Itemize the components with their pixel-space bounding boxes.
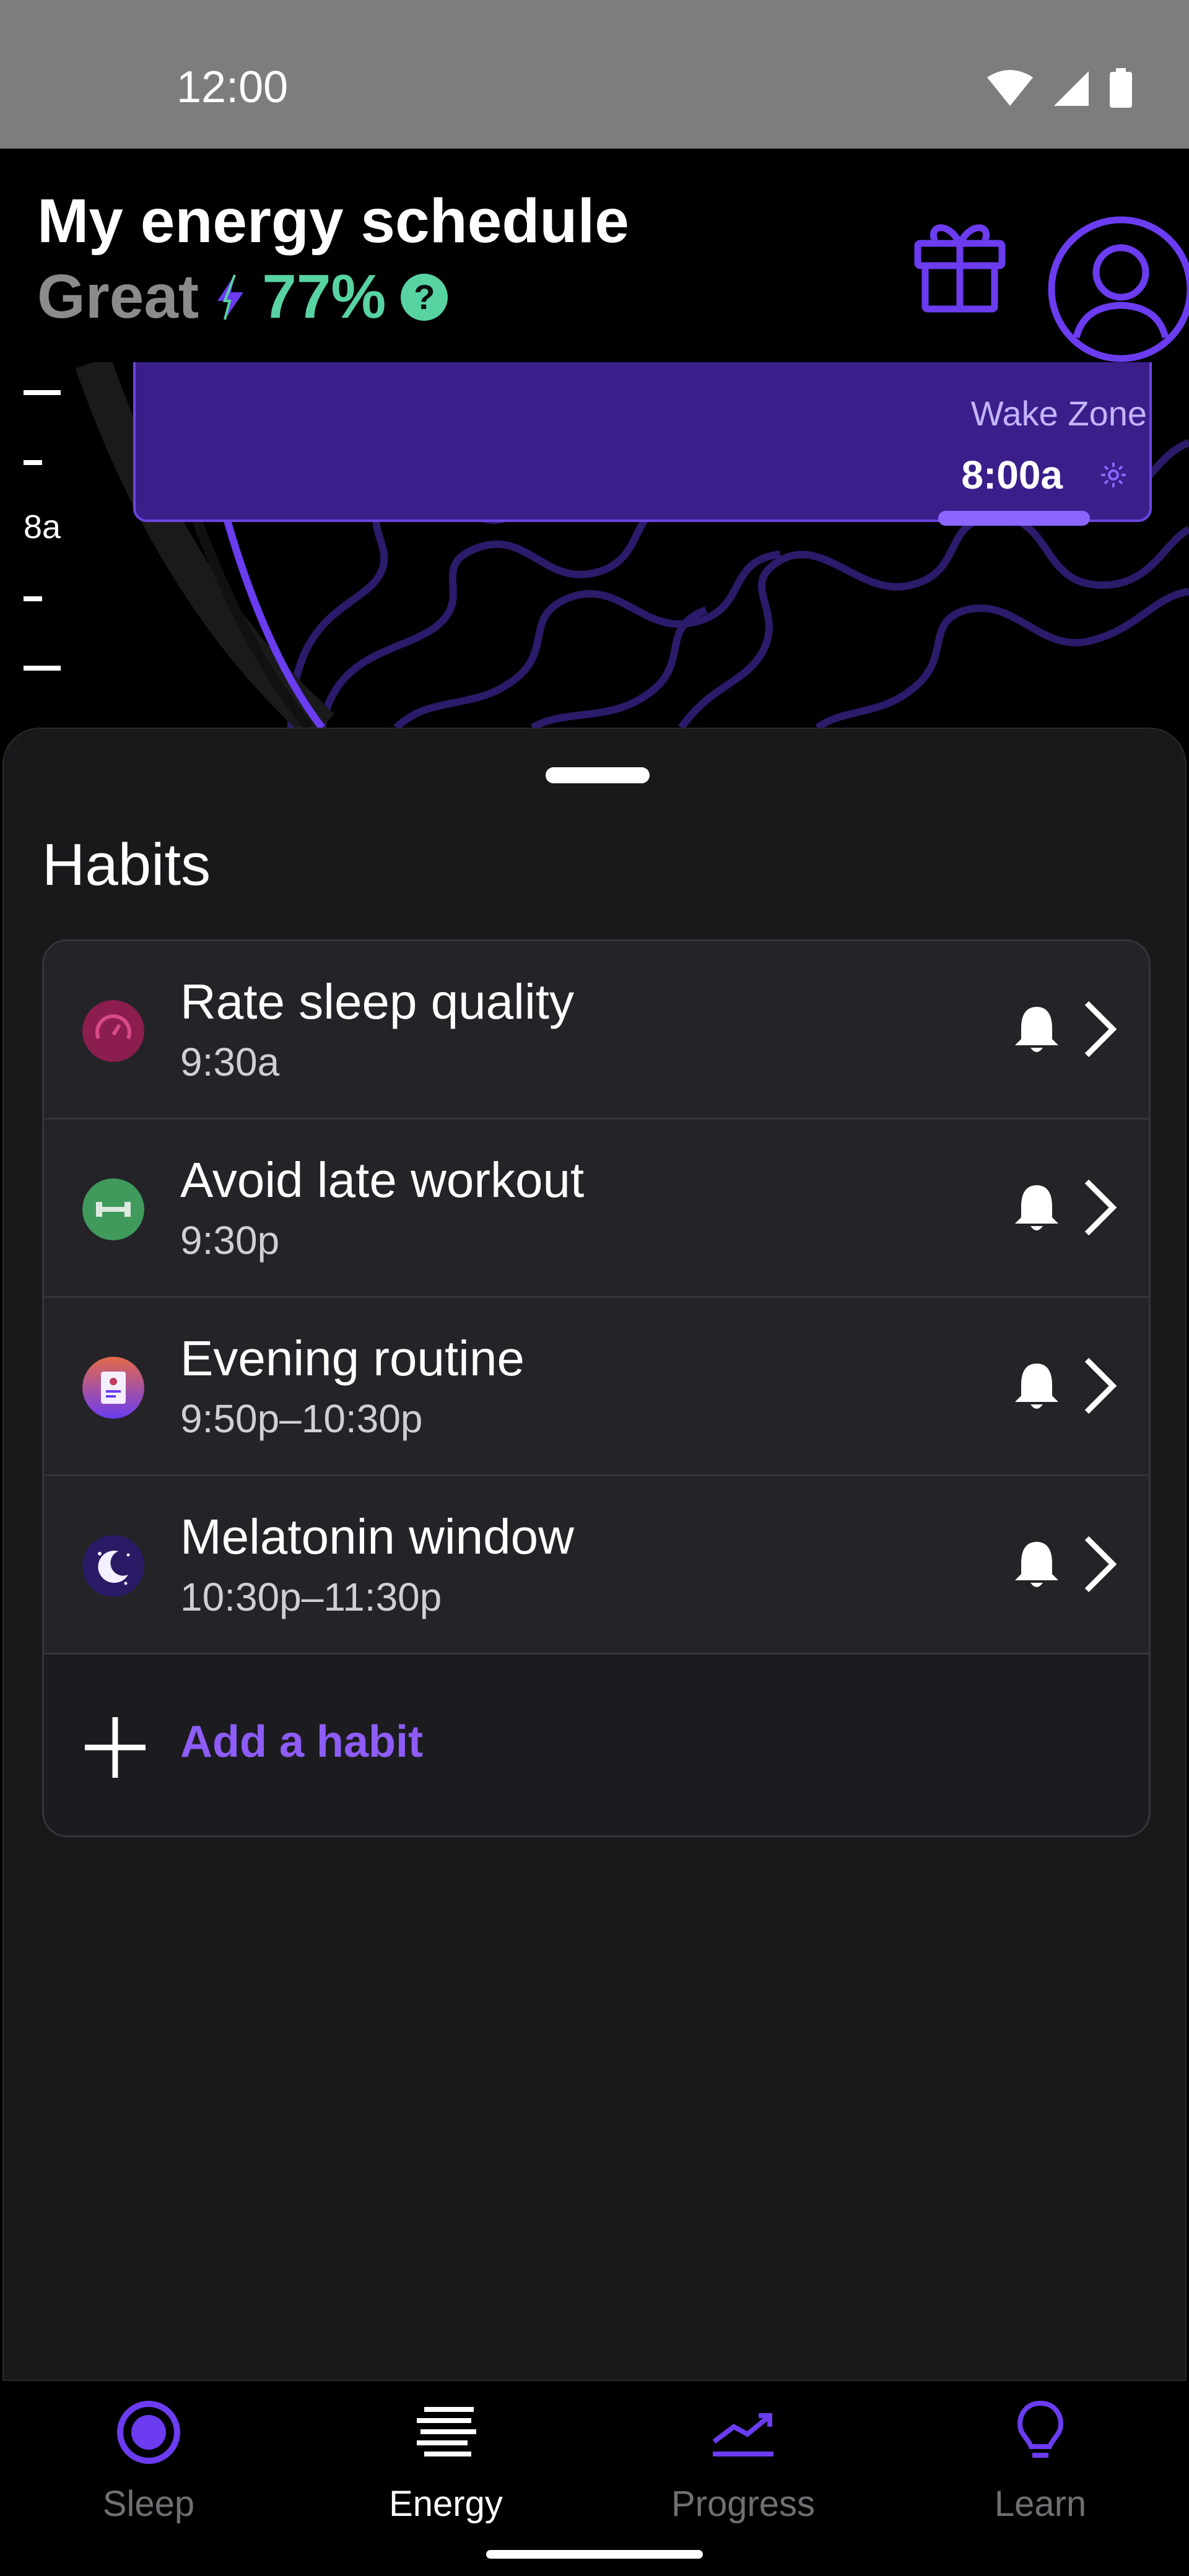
page-title: My energy schedule [37,186,629,256]
zone-label: Wake Zone [970,394,1147,433]
habits-sheet: Habits Rate sleep quality 9:30a Avoid la… [2,728,1187,2381]
gauge-icon [82,1000,144,1062]
timeline-tick [24,390,61,395]
nav-tab-sleep[interactable]: Sleep [0,2381,297,2576]
timeline-tick [24,596,42,601]
habit-name: Evening routine [180,1331,525,1386]
habit-time: 9:30p [180,1218,280,1263]
wake-zone-card[interactable]: Wake Zone 8:00a [133,362,1152,522]
timeline-tick [24,460,42,465]
progress-chart-icon [712,2413,773,2456]
chevron-right-icon[interactable] [1078,1533,1121,1595]
sheet-drag-handle[interactable] [546,767,650,783]
battery-icon [1110,68,1132,108]
help-button[interactable]: ? [401,273,448,321]
habits-list: Rate sleep quality 9:30a Avoid late work… [42,939,1151,1837]
add-habit-button[interactable]: Add a habit [44,1655,1149,1834]
chevron-right-icon[interactable] [1078,1177,1121,1238]
chevron-right-icon[interactable] [1078,998,1121,1060]
user-avatar-icon [1048,216,1189,362]
timeline-tick [24,666,61,671]
moon-icon [82,1535,144,1597]
bell-icon[interactable] [1010,1360,1063,1413]
nav-label: Energy [389,2484,503,2524]
habits-title: Habits [42,832,211,898]
nav-tab-learn[interactable]: Learn [892,2381,1189,2576]
nav-label: Learn [994,2484,1087,2524]
lightbulb-icon [1017,2400,1064,2458]
energy-score: Great 77% ? [37,261,448,333]
dumbbell-icon [82,1178,144,1240]
gesture-bar [486,2550,703,2559]
habit-row-melatonin-window[interactable]: Melatonin window 10:30p–11:30p [44,1476,1149,1655]
habit-time: 9:50p–10:30p [180,1396,423,1441]
add-habit-label: Add a habit [180,1717,423,1767]
habit-row-evening-routine[interactable]: Evening routine 9:50p–10:30p [44,1298,1149,1476]
habit-name: Rate sleep quality [180,974,574,1029]
bell-icon[interactable] [1010,1538,1063,1591]
bolt-icon [217,274,244,320]
score-value: 77% [262,262,386,331]
habit-row-avoid-late-workout[interactable]: Avoid late workout 9:30p [44,1120,1149,1298]
wake-zone-handle[interactable] [938,511,1090,526]
header: My energy schedule Great 77% ? [0,149,1189,362]
bell-icon[interactable] [1010,1181,1063,1235]
nav-tab-energy[interactable]: Energy [297,2381,594,2576]
habit-time: 9:30a [180,1040,280,1084]
wifi-icon [987,70,1033,106]
score-label: Great [37,262,199,331]
bell-icon[interactable] [1010,1003,1063,1056]
habit-time: 10:30p–11:30p [180,1575,442,1619]
habit-row-rate-sleep-quality[interactable]: Rate sleep quality 9:30a [44,941,1149,1120]
energy-timeline[interactable]: 8a Wake Zone 8:00a [0,362,1189,728]
nav-tab-progress[interactable]: Progress [594,2381,892,2576]
timeline-hour-label: 8a [24,508,61,546]
cell-signal-icon [1054,71,1089,106]
sleep-ring-icon [117,2401,180,2464]
nav-label: Progress [671,2484,816,2524]
nav-label: Sleep [102,2484,195,2524]
gift-button[interactable] [910,214,1009,313]
plus-icon [85,1717,146,1778]
profile-button[interactable] [1047,214,1189,365]
status-bar: 12:00 [0,0,1189,149]
habit-name: Avoid late workout [180,1152,585,1208]
status-icons [986,68,1133,109]
habit-name: Melatonin window [180,1509,574,1564]
chevron-right-icon[interactable] [1078,1355,1121,1417]
gift-icon [914,224,1006,313]
status-time: 12:00 [176,63,289,112]
zone-time: 8:00a [961,453,1063,497]
sun-icon [1101,463,1126,487]
energy-lines-icon [417,2407,476,2456]
help-symbol: ? [414,277,435,316]
bottom-navigation: Sleep Energy Progress Learn [0,2381,1189,2576]
routine-icon [82,1357,144,1419]
